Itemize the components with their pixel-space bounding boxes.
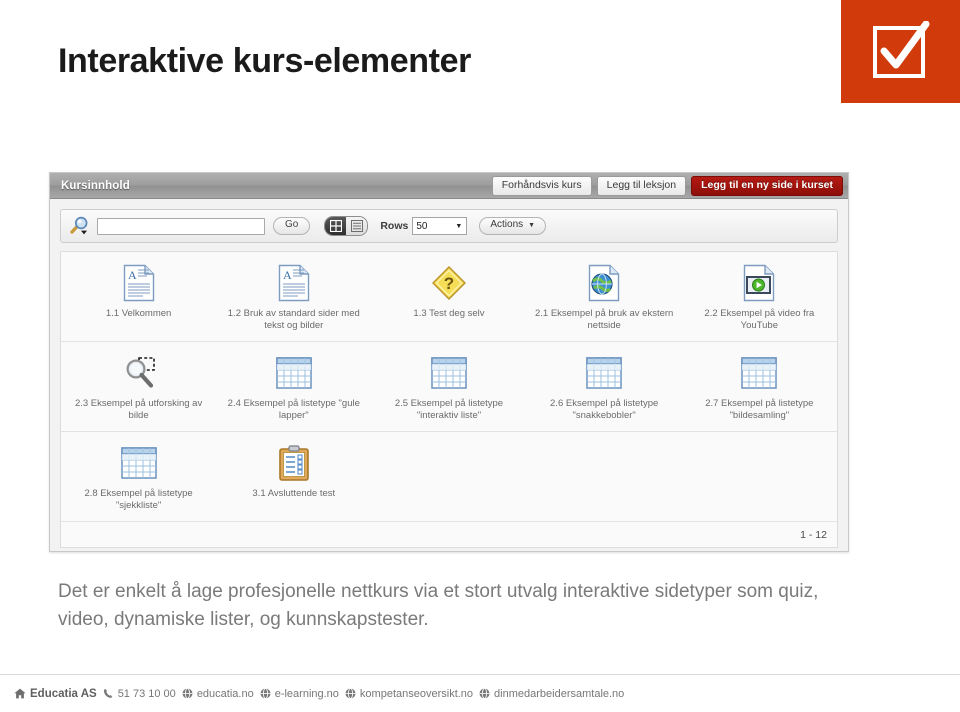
footer-phone-number: 51 73 10 00 [117, 687, 176, 700]
home-icon [14, 688, 26, 699]
screenshot-titlebar: Kursinnhold Forhåndsvis kurs Legg til le… [50, 173, 848, 199]
search-input[interactable] [97, 217, 265, 235]
checkmark-box-icon [870, 20, 932, 83]
footer-company-name: Educatia AS [30, 687, 97, 700]
footer-contact-bar: Educatia AS 51 73 10 00 educatia.no e-le… [14, 688, 624, 700]
table-list-icon [741, 352, 778, 394]
course-item-label: 2.1 Eksempel på bruk av ekstern nettside [534, 308, 674, 331]
pagination-range: 1 - 12 [800, 528, 827, 541]
footer-phone-item: 51 73 10 00 [103, 688, 176, 700]
course-item[interactable]: 2.5 Eksempel på listetype "interaktiv li… [371, 350, 526, 425]
footer-link-label: e-learning.no [274, 687, 339, 700]
pagination: 1 - 12 [60, 522, 838, 549]
footer-company-item: Educatia AS [14, 688, 97, 700]
grid-view-icon[interactable] [325, 217, 347, 235]
globe-icon [260, 688, 271, 699]
course-item[interactable]: 2.1 Eksempel på bruk av ekstern nettside [527, 260, 682, 335]
course-item[interactable]: 2.7 Eksempel på listetype "bildesamling" [682, 350, 837, 425]
rows-label: Rows [380, 220, 409, 232]
page-title: Interaktive kurs-elementer [58, 42, 471, 80]
course-item-label: 2.2 Eksempel på video fra YouTube [704, 308, 815, 331]
slide-footer: Educatia AS 51 73 10 00 educatia.no e-le… [0, 674, 960, 712]
table-list-icon [431, 352, 467, 394]
course-item[interactable]: 2.8 Eksempel på listetype "sjekkliste" [61, 440, 216, 515]
svg-text:A: A [283, 268, 292, 282]
slide-caption: Det er enkelt å lage profesjonelle nettk… [58, 581, 819, 630]
brand-logo [841, 0, 960, 103]
course-item[interactable]: ? 1.3 Test deg selv [371, 260, 526, 335]
add-lesson-button[interactable]: Legg til leksjon [596, 176, 687, 197]
globe-icon [345, 688, 356, 699]
document-video-icon [743, 262, 775, 304]
course-item-empty [682, 440, 837, 515]
table-list-icon [276, 352, 312, 394]
course-item[interactable]: A 1.2 Bruk av standard sider med tekst o… [216, 260, 371, 335]
course-item-label: 2.7 Eksempel på listetype "bildesamling" [705, 398, 814, 421]
slide-header: Interaktive kurs-elementer [0, 0, 960, 112]
svg-text:?: ? [444, 274, 454, 293]
course-item[interactable]: 3.1 Avsluttende test [216, 440, 371, 515]
grid-row: 2.8 Eksempel på listetype "sjekkliste" 3… [61, 432, 837, 523]
course-items-grid: A 1.1 Velkommen A 1.2 Bruk av standard s… [60, 251, 838, 523]
globe-icon [182, 688, 193, 699]
report-toolbar: Go Rows 50 ▼ Actions ▼ [60, 209, 838, 243]
course-item-label: 3.1 Avsluttende test [252, 488, 336, 500]
course-item[interactable]: 2.6 Eksempel på listetype "snakkebobler" [527, 350, 682, 425]
course-item-label: 1.3 Test deg selv [413, 308, 485, 319]
course-content-screenshot: Kursinnhold Forhåndsvis kurs Legg til le… [49, 172, 849, 552]
course-item[interactable]: 2.3 Eksempel på utforsking av bilde [61, 350, 216, 425]
footer-link-label: educatia.no [196, 687, 254, 700]
footer-link-label: kompetanseoversikt.no [359, 687, 474, 700]
clipboard-checklist-icon [277, 442, 311, 484]
list-view-icon[interactable] [346, 217, 368, 235]
chevron-down-icon: ▼ [528, 221, 536, 229]
preview-course-button[interactable]: Forhåndsvis kurs [491, 176, 592, 197]
table-list-icon [120, 442, 157, 484]
footer-link-item[interactable]: e-learning.no [260, 688, 339, 700]
course-item[interactable]: 2.4 Eksempel på listetype "gule lapper" [216, 350, 371, 425]
course-item-label: 1.1 Velkommen [105, 308, 172, 319]
footer-link-item[interactable]: educatia.no [182, 688, 254, 700]
footer-link-item[interactable]: dinmedarbeidersamtale.no [479, 688, 624, 700]
table-list-icon [586, 352, 622, 394]
svg-text:A: A [128, 268, 137, 282]
course-item-empty [527, 440, 682, 515]
globe-icon [479, 688, 490, 699]
document-text-icon: A [278, 262, 310, 304]
titlebar-actions: Forhåndsvis kurs Legg til leksjon Legg t… [491, 176, 843, 197]
document-text-icon: A [123, 262, 155, 304]
question-diamond-icon: ? [430, 262, 468, 304]
course-item-empty [371, 440, 526, 515]
rows-select-value: 50 [416, 220, 428, 232]
grid-row: A 1.1 Velkommen A 1.2 Bruk av standard s… [61, 252, 837, 343]
course-item[interactable]: 2.2 Eksempel på video fra YouTube [682, 260, 837, 335]
course-item-label: 2.3 Eksempel på utforsking av bilde [74, 398, 203, 421]
course-item-label: 2.5 Eksempel på listetype "interaktiv li… [394, 398, 504, 421]
course-item-label: 2.6 Eksempel på listetype "snakkebobler" [550, 398, 659, 421]
footer-link-label: dinmedarbeidersamtale.no [494, 687, 625, 700]
add-new-page-button[interactable]: Legg til en ny side i kurset [691, 176, 843, 197]
footer-link-item[interactable]: kompetanseoversikt.no [345, 688, 473, 700]
region-title: Kursinnhold [61, 179, 130, 192]
rows-select[interactable]: 50 ▼ [412, 217, 468, 235]
course-item[interactable]: A 1.1 Velkommen [61, 260, 216, 335]
course-item-label: 2.4 Eksempel på listetype "gule lapper" [227, 398, 360, 421]
magnifier-selection-icon [120, 352, 158, 394]
go-button[interactable]: Go [273, 217, 311, 235]
phone-icon [103, 688, 114, 699]
document-globe-icon [588, 262, 620, 304]
course-item-label: 1.2 Bruk av standard sider med tekst og … [227, 308, 360, 331]
magnifier-dropdown-icon[interactable] [69, 216, 91, 236]
actions-button[interactable]: Actions ▼ [479, 217, 547, 235]
actions-button-label: Actions [490, 219, 524, 231]
grid-row: 2.3 Eksempel på utforsking av bilde 2.4 … [61, 342, 837, 433]
chevron-down-icon: ▼ [455, 222, 463, 230]
view-toggle[interactable] [324, 216, 369, 236]
course-item-label: 2.8 Eksempel på listetype "sjekkliste" [84, 488, 193, 511]
